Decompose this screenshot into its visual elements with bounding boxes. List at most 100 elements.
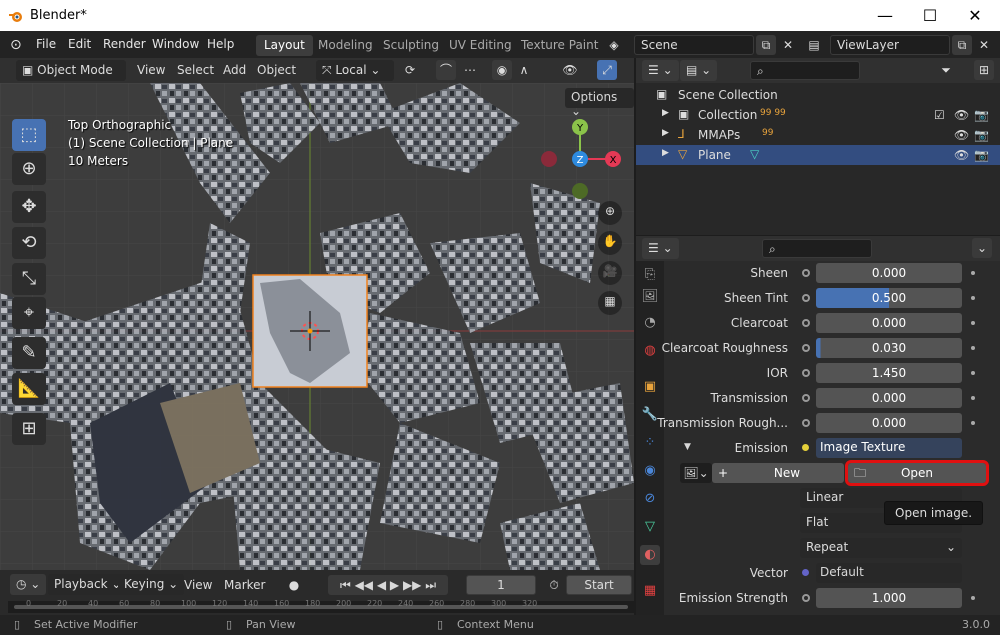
scene-field[interactable]: Scene [634,35,754,55]
tab-texture-paint[interactable]: Texture Paint [513,35,606,56]
socket-dot[interactable] [802,419,810,427]
emission-link-field[interactable]: Image Texture [816,438,962,458]
pan-hand-icon[interactable]: ✋ [598,231,622,255]
properties-search-input[interactable]: ⌕ [762,239,872,258]
viewlayer-close-icon[interactable]: ✕ [974,35,994,55]
tab-world-icon[interactable]: ◍ [640,341,660,361]
options-dropdown[interactable]: Options ⌄ [565,88,634,118]
falloff-icon[interactable]: ∧ [514,60,534,80]
zoom-icon[interactable]: ⊕ [598,201,622,225]
camera-icon[interactable]: 📷 [974,108,989,122]
viewlayer-field[interactable]: ViewLayer [830,35,950,55]
properties-options-icon[interactable]: ⌄ [972,238,992,258]
keying-dropdown[interactable]: Keying ⌄ [118,574,185,595]
timeline-marker-menu[interactable]: Marker [224,578,265,592]
ortho-grid-icon[interactable]: ▦ [598,291,622,315]
menu-object[interactable]: Object [257,63,296,77]
tab-output-icon[interactable]: 🖼 [640,287,660,307]
menu-add[interactable]: Add [223,63,246,77]
3d-viewport[interactable]: ⬚ ⊕ ✥ ⟲ ⤡ ⌖ ✎ 📐 ⊞ Top Orthographic (1) S… [0,83,634,570]
camera-view-icon[interactable]: 🎥 [598,261,622,285]
new-collection-icon[interactable]: ⊞ [974,60,994,80]
tab-modeling[interactable]: Modeling [310,35,381,56]
tab-sculpting[interactable]: Sculpting [375,35,447,56]
color-socket-dot[interactable] [802,444,809,451]
minimize-button[interactable]: — [875,6,895,26]
socket-dot[interactable] [802,319,810,327]
maximize-button[interactable]: ☐ [920,6,940,26]
open-image-button[interactable]: 🗀 Open [845,460,989,486]
socket-dot[interactable] [802,294,810,302]
clearcoat-roughness-slider[interactable]: 0.030 [816,338,962,358]
new-image-button[interactable]: + New [712,463,844,483]
tab-data-icon[interactable]: ▽ [640,517,660,537]
snap-target-icon[interactable]: ⋯ [460,60,480,80]
transform-tool[interactable]: ⌖ [12,297,46,329]
scene-close-icon[interactable]: ✕ [778,35,798,55]
cursor-tool[interactable]: ⊕ [12,153,46,185]
outliner-search-input[interactable]: ⌕ [750,61,860,80]
outliner-item-plane[interactable]: ▶ ▽ Plane ▽ 👁 📷 [636,145,1000,165]
menu-view[interactable]: View [137,63,165,77]
start-frame-field[interactable]: Start [566,575,632,595]
close-button[interactable]: ✕ [965,6,985,26]
menu-edit[interactable]: Edit [68,37,91,51]
blender-menu-icon[interactable]: ⊙ [10,37,22,53]
playback-controls[interactable]: ⏮ ◀◀ ◀ ▶ ▶▶ ⏭ [328,575,448,595]
menu-render[interactable]: Render [103,37,146,51]
select-box-tool[interactable]: ⬚ [12,119,46,151]
scale-tool[interactable]: ⤡ [12,263,46,295]
checkbox-icon[interactable]: ☑ [934,108,945,122]
annotate-tool[interactable]: ✎ [12,337,46,369]
tab-layout[interactable]: Layout [256,35,313,56]
collapse-arrow-icon[interactable]: ▼ [684,442,691,452]
timeline-ruler[interactable]: 0 20 40 60 80 100 120 140 160 180 200 220 240 260 280 3… [8,599,634,613]
tab-view-layer-icon[interactable]: ◔ [640,313,660,333]
add-cube-tool[interactable]: ⊞ [12,413,46,445]
current-frame-field[interactable]: 1 [466,575,536,595]
outliner-root[interactable]: ▣ Scene Collection [636,85,1000,105]
tab-material-icon[interactable]: ◐ [640,545,660,565]
vector-socket-dot[interactable] [802,569,809,576]
menu-window[interactable]: Window [152,37,199,51]
keyframe-dot[interactable] [971,296,975,300]
socket-dot[interactable] [802,269,810,277]
navigation-gizmo[interactable]: Y X Z [535,113,625,205]
socket-dot[interactable] [802,394,810,402]
tab-constraints-icon[interactable]: ⊘ [640,489,660,509]
playback-dropdown[interactable]: Playback ⌄ [48,574,128,595]
tab-physics-icon[interactable]: ◉ [640,461,660,481]
display-mode-icon[interactable]: ▤ ⌄ [680,60,718,81]
scene-copy-icon[interactable]: ⧉ [756,35,776,55]
proportional-edit-icon[interactable]: ◉ [492,60,512,80]
snap-icon[interactable]: ⌒ [436,60,456,80]
menu-select[interactable]: Select [177,63,214,77]
image-browse-icon[interactable]: 🖼⌄ [680,463,712,483]
record-icon[interactable]: ● [284,575,304,595]
sheen-field[interactable]: 0.000 [816,263,962,283]
gizmo-toggle-icon[interactable]: ⤢ [597,60,617,80]
socket-dot[interactable] [802,594,810,602]
keyframe-dot[interactable] [971,321,975,325]
clearcoat-field[interactable]: 0.000 [816,313,962,333]
mode-dropdown[interactable]: ▣ Object Mode ⌄ [16,60,126,91]
keyframe-dot[interactable] [971,346,975,350]
tab-render-icon[interactable]: ⎘ [640,265,660,285]
eye-icon[interactable]: 👁 [954,128,969,142]
pivot-icon[interactable]: ⟳ [400,60,420,80]
ior-field[interactable]: 1.450 [816,363,962,383]
timeline-view-menu[interactable]: View [184,578,212,592]
tab-particles-icon[interactable]: ⁘ [640,433,660,453]
outliner-item-collection[interactable]: ▶ ▣ Collection 99 99 ☑ 👁 📷 [636,105,1000,125]
eye-icon[interactable]: 👁 [954,148,969,162]
outliner-editor-type-icon[interactable]: ☰ ⌄ [642,60,679,81]
vector-field[interactable]: Default [816,563,962,583]
editor-type-icon[interactable]: ◷ ⌄ [10,574,47,595]
properties-editor-type-icon[interactable]: ☰ ⌄ [642,238,679,259]
measure-tool[interactable]: 📐 [12,373,46,405]
eye-icon[interactable]: 👁 [954,108,969,122]
keyframe-dot[interactable] [971,271,975,275]
socket-dot[interactable] [802,344,810,352]
keyframe-dot[interactable] [971,421,975,425]
camera-icon[interactable]: 📷 [974,148,989,162]
